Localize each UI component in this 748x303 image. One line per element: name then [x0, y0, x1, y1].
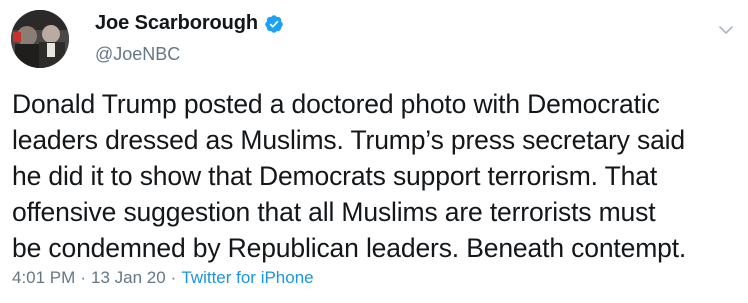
chevron-down-icon[interactable] [718, 22, 734, 38]
display-name[interactable]: Joe Scarborough [95, 12, 258, 35]
author-handle[interactable]: @JoeNBC [95, 44, 180, 65]
tweet-card: Joe Scarborough @JoeNBC Donald Trump pos… [0, 0, 748, 303]
author-name-row[interactable]: Joe Scarborough [95, 12, 284, 35]
avatar[interactable] [11, 10, 69, 68]
meta-separator: · [170, 268, 177, 287]
tweet-text: Donald Trump posted a doctored photo wit… [12, 89, 687, 263]
tweet-time[interactable]: 4:01 PM [12, 268, 75, 287]
profile-photo-icon [11, 10, 69, 68]
verified-badge-icon [264, 14, 284, 34]
tweet-source-link[interactable]: Twitter for iPhone [181, 268, 313, 287]
meta-separator: · [80, 268, 86, 287]
tweet-meta: 4:01 PM · 13 Jan 20 · Twitter for iPhone [12, 268, 314, 288]
tweet-date[interactable]: 13 Jan 20 [91, 268, 166, 287]
